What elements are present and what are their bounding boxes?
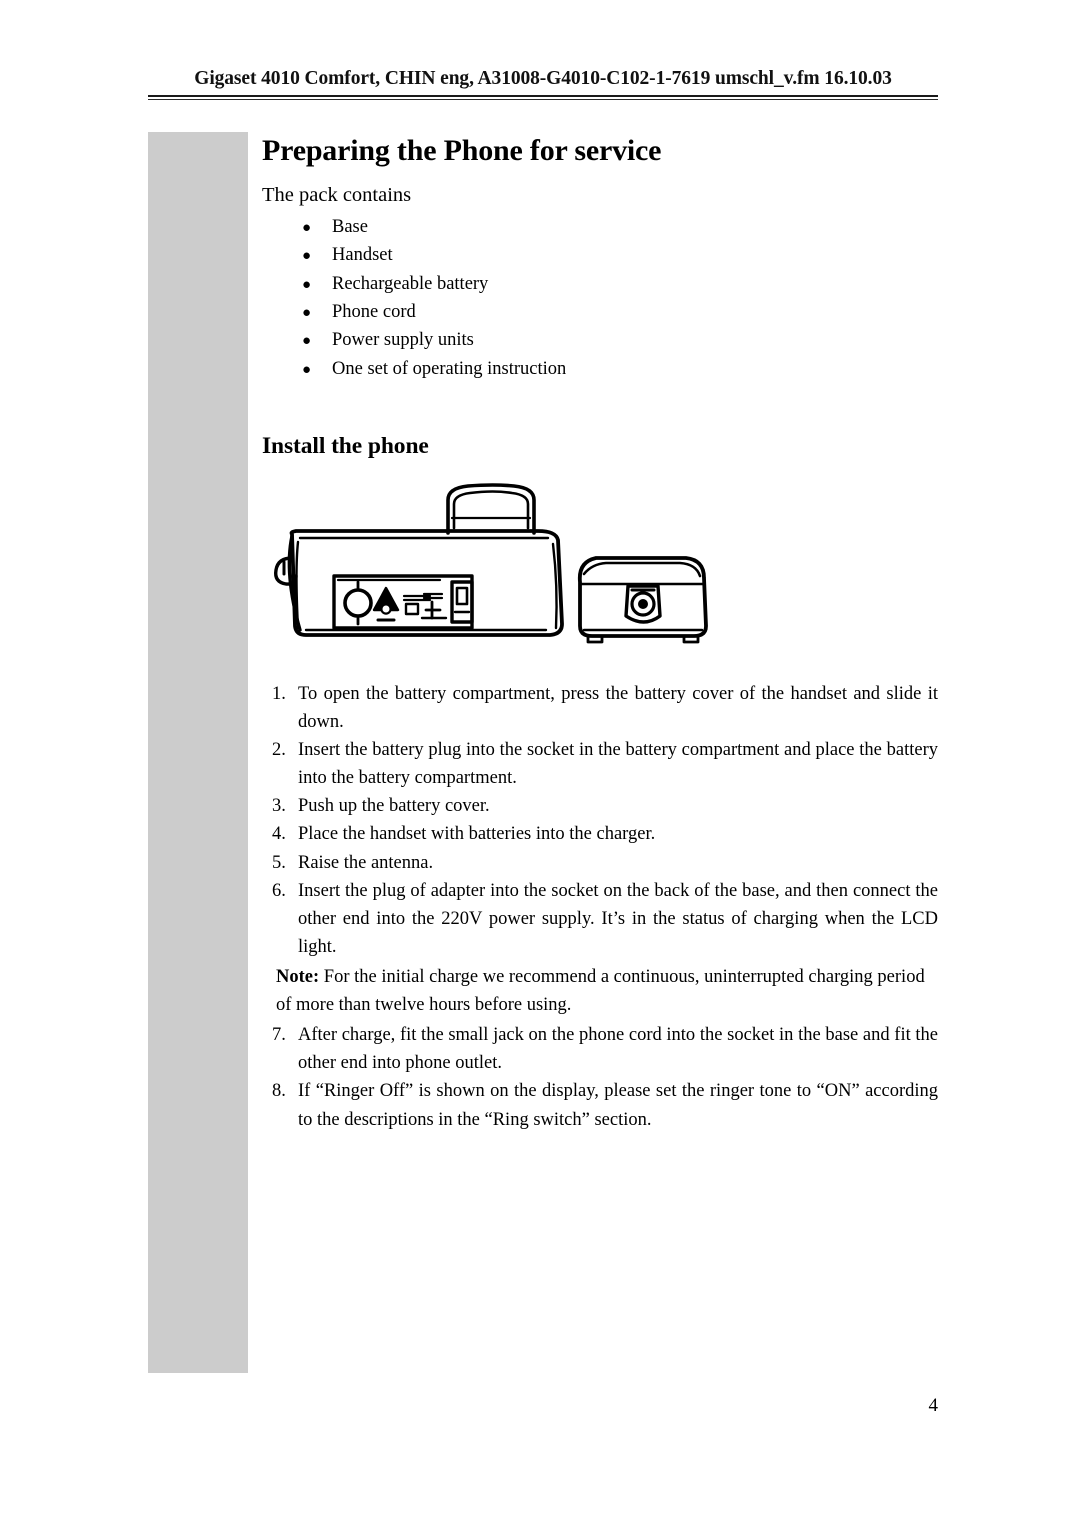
step-number: 7.: [272, 1025, 286, 1046]
step-text: After charge, fit the small jack on the …: [298, 1025, 938, 1074]
note-text: For the initial charge we recommend a co…: [276, 966, 925, 1016]
page-side-band: [148, 132, 248, 1373]
pack-contains-intro: The pack contains: [262, 183, 412, 206]
list-item: ● Power supply units: [262, 326, 938, 354]
bullet-icon: ●: [302, 361, 312, 378]
step-text: Push up the battery cover.: [298, 796, 490, 817]
list-item: ● Rechargeable battery: [262, 270, 938, 298]
base-body-outline: [289, 528, 564, 637]
base-body-right-bevel: [551, 542, 558, 630]
panel-small-port: [404, 602, 420, 616]
bullet-icon: ●: [302, 248, 312, 265]
installation-steps-list: 1. To open the battery compartment, pres…: [262, 680, 938, 961]
list-item-label: Handset: [332, 245, 393, 266]
list-item: ● Base: [262, 213, 938, 241]
bullet-icon: ●: [302, 304, 312, 321]
list-item: 6. Insert the plug of adapter into the s…: [262, 877, 938, 961]
step-text: To open the battery compartment, press t…: [298, 683, 938, 732]
list-item: 3. Push up the battery cover.: [262, 792, 938, 820]
step-number: 6.: [272, 880, 286, 901]
step-text: Raise the antenna.: [298, 852, 434, 873]
step-number: 8.: [272, 1081, 286, 1102]
page-content: Preparing the Phone for service The pack…: [262, 134, 938, 1134]
phone-jack-inner: [455, 586, 469, 606]
header-rule-thin: [148, 99, 938, 100]
phone-base-and-charger-illustration: [262, 478, 742, 658]
warning-triangle-center: [380, 603, 392, 615]
page-title: Preparing the Phone for service: [262, 134, 662, 167]
step-number: 5.: [272, 852, 286, 873]
bullet-icon: ●: [302, 276, 312, 293]
panel-connector-cross: [424, 600, 442, 620]
page-number: 4: [928, 1395, 939, 1416]
charger-top-lip: [582, 561, 702, 578]
bullet-icon: ●: [302, 220, 312, 237]
note-block: Note: For the initial charge we recommen…: [276, 963, 931, 1019]
list-item: 2. Insert the battery plug into the sock…: [262, 736, 938, 792]
step-number: 2.: [272, 740, 286, 761]
list-item: 5. Raise the antenna.: [262, 849, 938, 877]
step-text: If “Ringer Off” is shown on the display,…: [298, 1081, 938, 1130]
charger-contact-pin: [638, 598, 648, 609]
list-item-label: Base: [332, 217, 368, 238]
list-item: ● Handset: [262, 241, 938, 269]
charger-body-outline: [577, 555, 708, 638]
install-the-phone-heading: Install the phone: [262, 432, 429, 459]
list-item: ● Phone cord: [262, 298, 938, 326]
list-item-label: Power supply units: [332, 330, 474, 351]
bullet-icon: ●: [302, 333, 312, 350]
list-item: 4. Place the handset with batteries into…: [262, 820, 938, 848]
phone-illustration-svg: [274, 483, 708, 644]
base-antenna-inner: [452, 490, 530, 530]
pack-contents-list: ● Base ● Handset ● Rechargeable battery …: [262, 213, 938, 383]
step-text: Insert the plug of adapter into the sock…: [298, 880, 938, 957]
list-item: 8. If “Ringer Off” is shown on the displ…: [262, 1077, 938, 1133]
step-number: 3.: [272, 796, 286, 817]
note-label: Note:: [276, 966, 320, 987]
list-item-label: One set of operating instruction: [332, 358, 567, 379]
list-item: ● One set of operating instruction: [262, 355, 938, 383]
running-header: Gigaset 4010 Comfort, CHIN eng, A31008-G…: [148, 68, 938, 100]
step-text: Place the handset with batteries into th…: [298, 824, 656, 845]
list-item: 1. To open the battery compartment, pres…: [262, 680, 938, 736]
running-header-text: Gigaset 4010 Comfort, CHIN eng, A31008-G…: [194, 68, 892, 89]
list-item-label: Phone cord: [332, 301, 416, 322]
installation-steps-list-continued: 7. After charge, fit the small jack on t…: [262, 1021, 938, 1133]
list-item: 7. After charge, fit the small jack on t…: [262, 1021, 938, 1077]
header-rule-thick: [148, 95, 938, 97]
power-socket-icon: [343, 588, 373, 618]
step-text: Insert the battery plug into the socket …: [298, 740, 938, 789]
step-number: 4.: [272, 824, 286, 845]
list-item-label: Rechargeable battery: [332, 273, 489, 294]
step-number: 1.: [272, 683, 286, 704]
